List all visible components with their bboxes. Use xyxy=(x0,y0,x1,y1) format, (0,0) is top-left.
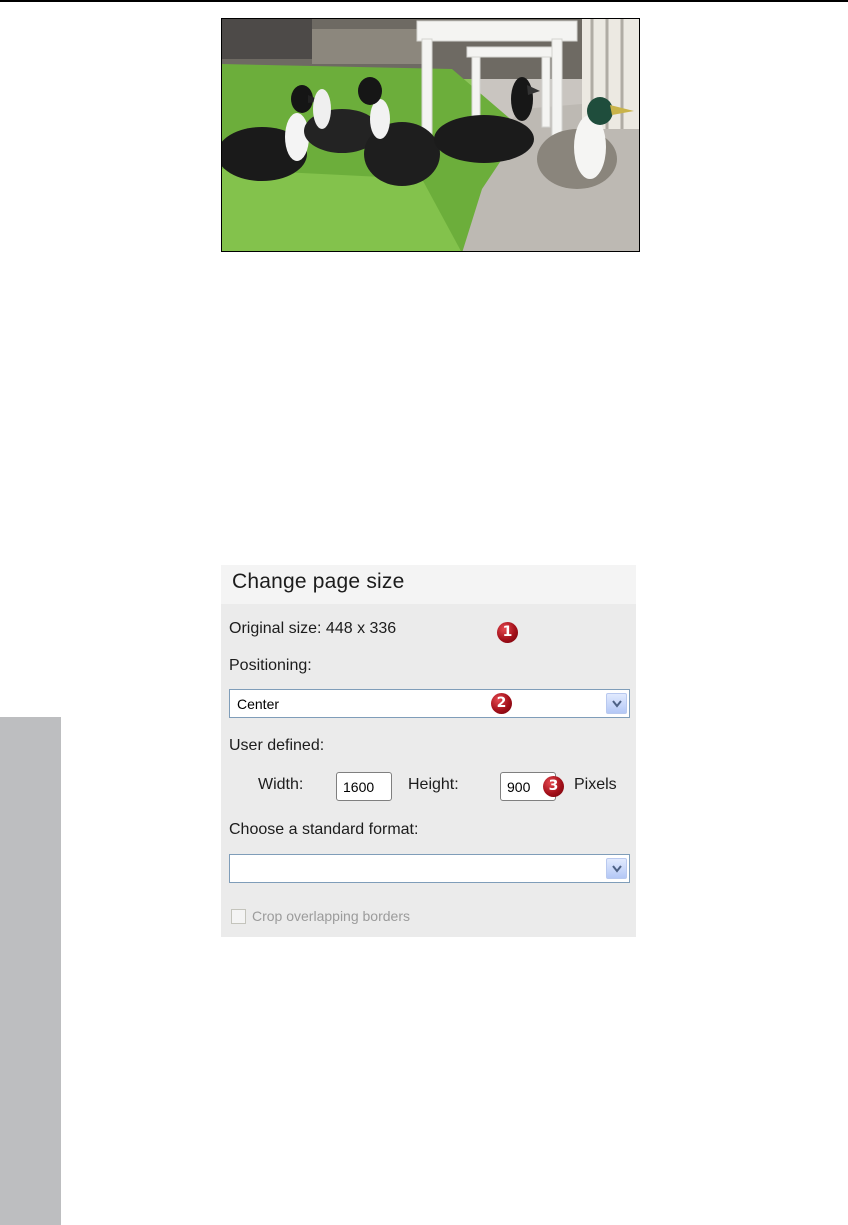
background-door xyxy=(222,19,312,59)
change-page-size-dialog: Change page size Original size: 448 x 33… xyxy=(221,565,636,937)
chevron-down-icon[interactable] xyxy=(606,858,627,879)
original-size-label: Original size: 448 x 336 xyxy=(229,620,397,637)
callout-badge-1: 1 xyxy=(497,622,518,643)
positioning-select-value: Center xyxy=(237,696,280,712)
dialog-title: Change page size xyxy=(221,565,636,604)
crop-borders-label: Crop overlapping borders xyxy=(252,908,410,924)
chapter-side-tab xyxy=(0,717,61,1225)
width-label: Width: xyxy=(258,776,304,793)
positioning-label: Positioning: xyxy=(229,657,312,674)
width-input[interactable]: 1600 xyxy=(336,772,392,801)
standard-format-select[interactable] xyxy=(229,854,630,883)
background-step xyxy=(312,29,422,64)
positioning-select[interactable]: Center xyxy=(229,689,630,718)
ducks-photo xyxy=(221,18,640,252)
standard-format-label: Choose a standard format: xyxy=(229,821,419,838)
user-defined-label: User defined: xyxy=(229,737,325,754)
ducks-photo-drawing xyxy=(222,19,639,251)
callout-badge-3: 3 xyxy=(543,776,564,797)
pixels-unit-label: Pixels xyxy=(574,776,617,793)
height-label: Height: xyxy=(408,776,459,793)
top-rule xyxy=(0,0,848,2)
callout-badge-2: 2 xyxy=(491,693,512,714)
crop-borders-checkbox[interactable] xyxy=(231,909,246,924)
chevron-down-icon[interactable] xyxy=(606,693,627,714)
